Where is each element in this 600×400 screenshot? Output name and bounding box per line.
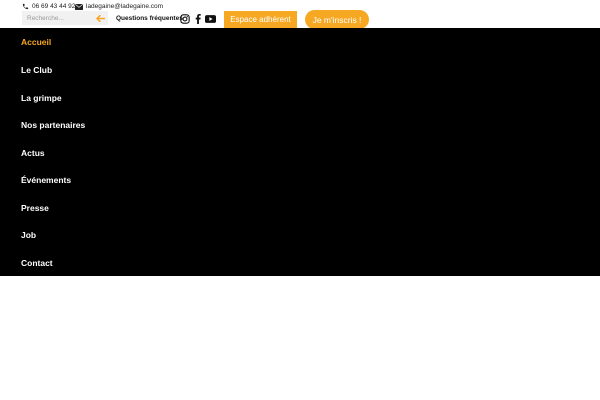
email-address: ladegaine@ladegaine.com xyxy=(86,3,164,10)
menu-item-contact[interactable]: Contact xyxy=(21,256,53,270)
arrow-left-icon xyxy=(96,14,105,22)
page: 06 69 43 44 92 ladegaine@ladegaine.com Q… xyxy=(0,0,600,400)
menu-item-presse[interactable]: Presse xyxy=(21,201,49,215)
member-area-button[interactable]: Espace adhérent xyxy=(224,11,297,28)
menu-item-nos-partenaires[interactable]: Nos partenaires xyxy=(21,118,85,132)
search-input[interactable] xyxy=(22,11,94,25)
menu-item-evenements[interactable]: Événements xyxy=(21,173,71,187)
phone-icon xyxy=(22,3,29,10)
menu-item-actus[interactable]: Actus xyxy=(21,146,45,160)
join-button[interactable]: Je m'inscris ! xyxy=(305,10,369,29)
top-bar: 06 69 43 44 92 ladegaine@ladegaine.com Q… xyxy=(0,0,600,29)
instagram-icon xyxy=(179,14,190,24)
phone-contact[interactable]: 06 69 43 44 92 xyxy=(22,2,75,11)
main-menu: Accueil Le Club La grimpe Nos partenaire… xyxy=(0,28,600,276)
mail-icon xyxy=(75,3,83,10)
email-contact[interactable]: ladegaine@ladegaine.com xyxy=(75,2,163,11)
menu-item-job[interactable]: Job xyxy=(21,228,36,242)
facebook-icon xyxy=(195,14,201,24)
facebook-link[interactable] xyxy=(194,13,201,25)
menu-item-la-grimpe[interactable]: La grimpe xyxy=(21,91,62,105)
menu-item-le-club[interactable]: Le Club xyxy=(21,63,52,77)
faq-link[interactable]: Questions fréquentes xyxy=(116,15,183,22)
phone-number: 06 69 43 44 92 xyxy=(32,3,76,10)
search-submit-button[interactable] xyxy=(96,14,105,22)
menu-item-accueil[interactable]: Accueil xyxy=(21,35,51,49)
search-box xyxy=(22,11,108,25)
youtube-icon xyxy=(205,15,216,23)
instagram-link[interactable] xyxy=(179,13,190,25)
youtube-link[interactable] xyxy=(205,13,216,25)
